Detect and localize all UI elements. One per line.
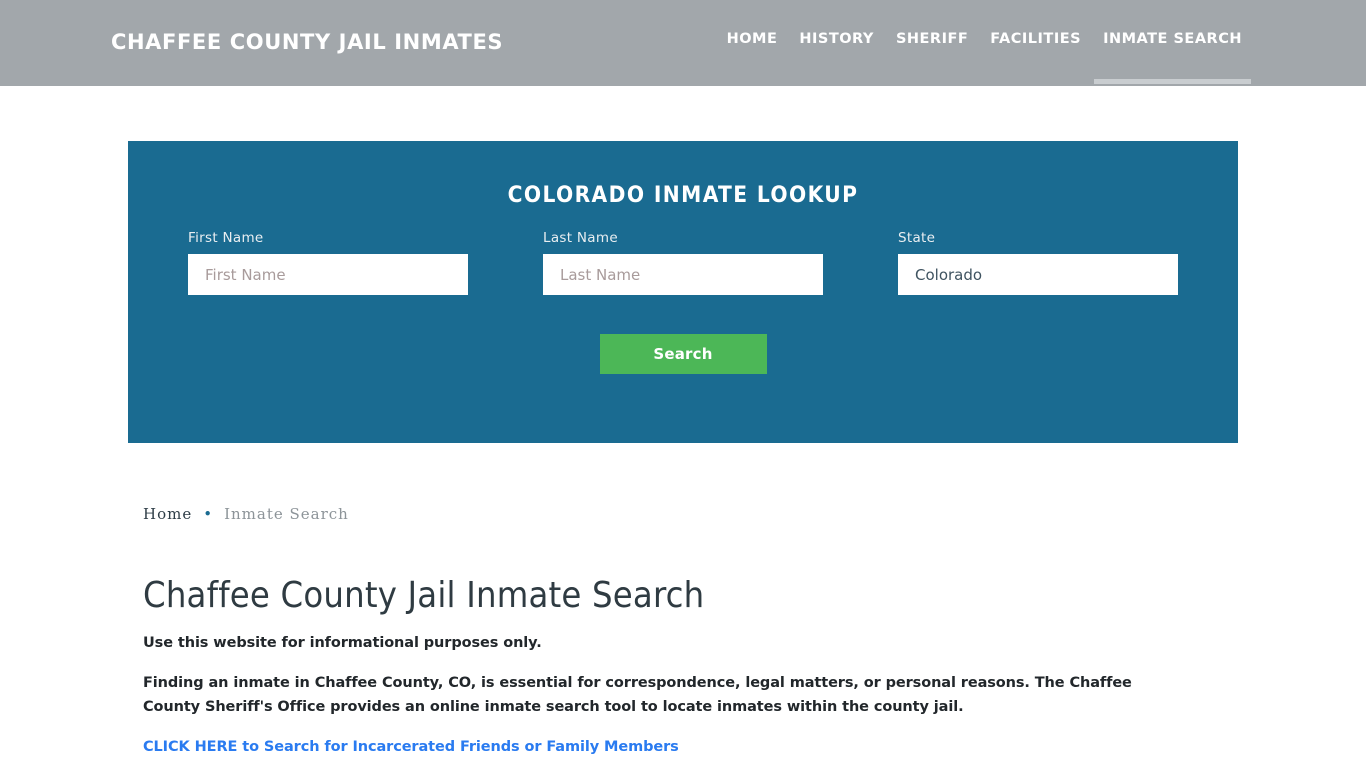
site-header: CHAFFEE COUNTY JAIL INMATES HOME HISTORY… xyxy=(0,0,1366,86)
search-button[interactable]: Search xyxy=(599,334,767,374)
lookup-panel-title: COLORADO INMATE LOOKUP xyxy=(507,182,859,208)
breadcrumb-separator-dot-icon: • xyxy=(203,504,214,523)
nav-item-history[interactable]: HISTORY xyxy=(788,31,885,47)
nav-item-sheriff[interactable]: SHERIFF xyxy=(885,31,979,47)
state-select[interactable]: Colorado xyxy=(898,254,1178,295)
inmate-lookup-panel: COLORADO INMATE LOOKUP First Name Last N… xyxy=(128,141,1238,443)
breadcrumb-current-page: Inmate Search xyxy=(224,505,349,523)
inmate-search-cta-link[interactable]: CLICK HERE to Search for Incarcerated Fr… xyxy=(143,739,679,755)
main-navigation: HOME HISTORY SHERIFF FACILITIES INMATE S… xyxy=(716,31,1253,84)
last-name-field-group: Last Name xyxy=(543,230,823,295)
page-body-paragraph: Finding an inmate in Chaffee County, CO,… xyxy=(143,675,1132,715)
page-lede-text: Use this website for informational purpo… xyxy=(143,635,542,652)
breadcrumb: Home • Inmate Search xyxy=(143,505,349,523)
last-name-input[interactable] xyxy=(543,254,823,295)
lookup-fields-row: First Name Last Name State Colorado xyxy=(128,230,1238,308)
nav-item-facilities[interactable]: FACILITIES xyxy=(979,31,1092,47)
nav-item-inmate-search[interactable]: INMATE SEARCH xyxy=(1092,31,1253,84)
search-button-wrapper: Search xyxy=(128,334,1238,374)
state-field-group: State Colorado xyxy=(898,230,1178,295)
breadcrumb-home-link[interactable]: Home xyxy=(143,505,192,523)
nav-item-home[interactable]: HOME xyxy=(716,31,789,47)
first-name-field-group: First Name xyxy=(188,230,468,295)
first-name-label: First Name xyxy=(188,230,264,246)
page-title: Chaffee County Jail Inmate Search xyxy=(143,575,705,616)
state-label: State xyxy=(898,230,936,246)
first-name-input[interactable] xyxy=(188,254,468,295)
main-content: Chaffee County Jail Inmate Search Use th… xyxy=(143,575,1223,755)
last-name-label: Last Name xyxy=(543,230,618,246)
site-brand-title[interactable]: CHAFFEE COUNTY JAIL INMATES xyxy=(111,30,503,54)
